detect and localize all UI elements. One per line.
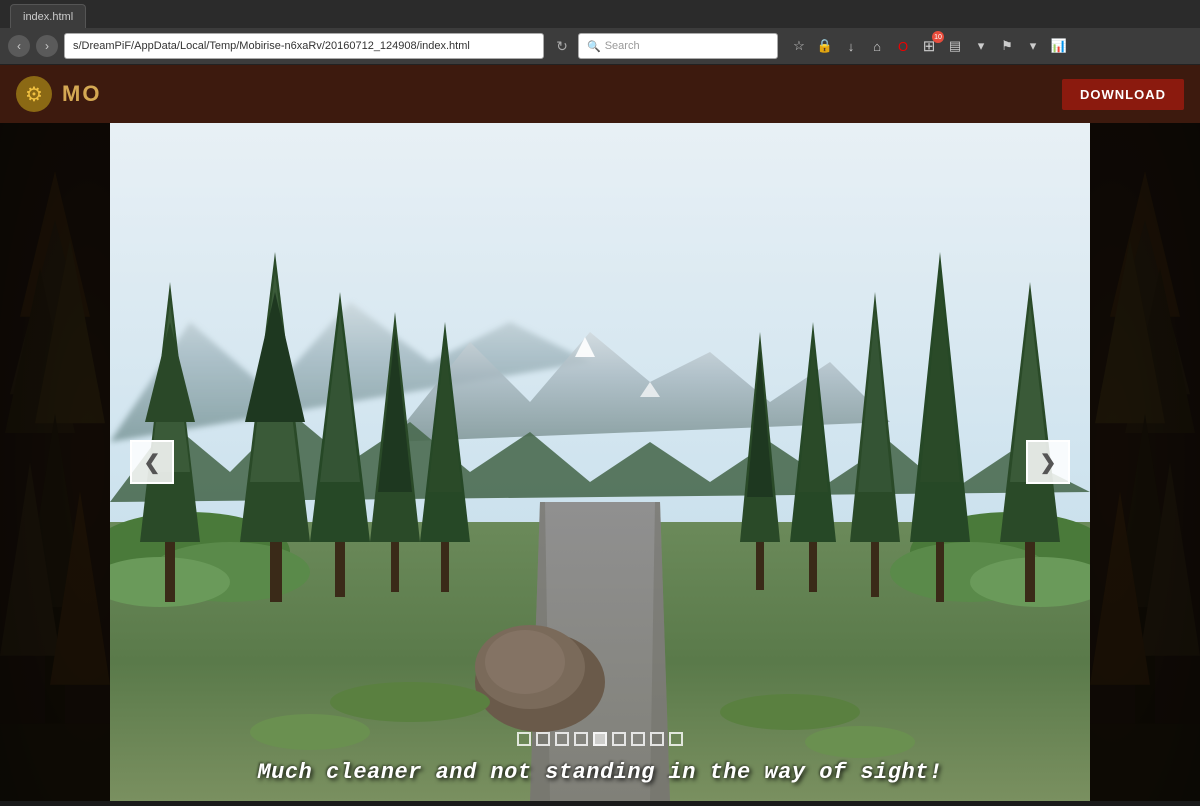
app-name: MO — [62, 81, 101, 107]
download-icon[interactable]: ↓ — [840, 35, 862, 57]
slide-indicator-2[interactable] — [536, 732, 550, 746]
more-icon[interactable]: ▾ — [1022, 35, 1044, 57]
browser-content: ⚙ MO DOWNLOAD — [0, 65, 1200, 801]
forward-button[interactable]: › — [36, 35, 58, 57]
slide-indicators — [517, 732, 683, 746]
search-placeholder: Search — [605, 40, 640, 52]
chevron-down-icon[interactable]: ▾ — [970, 35, 992, 57]
browser-tabs: index.html — [0, 0, 1200, 28]
next-icon: ❯ — [1040, 450, 1057, 475]
pulse-icon[interactable]: 📊 — [1048, 35, 1070, 57]
forward-icon: › — [45, 39, 49, 53]
reload-icon: ↻ — [556, 38, 568, 55]
search-icon: 🔍 — [587, 40, 601, 53]
address-bar[interactable]: s/DreamPiF/AppData/Local/Temp/Mobirise-n… — [64, 33, 544, 59]
bookmark-icon[interactable]: ☆ — [788, 35, 810, 57]
opera-icon[interactable]: O — [892, 35, 914, 57]
search-bar[interactable]: 🔍 Search — [578, 33, 778, 59]
slide-indicator-7[interactable] — [631, 732, 645, 746]
home-icon[interactable]: ⌂ — [866, 35, 888, 57]
extra-icon[interactable]: ⚑ — [996, 35, 1018, 57]
slide-indicator-5[interactable] — [593, 732, 607, 746]
app-header: ⚙ MO DOWNLOAD — [0, 65, 1200, 123]
side-panel-left — [0, 123, 110, 801]
lock-icon[interactable]: 🔒 — [814, 35, 836, 57]
gear-icon: ⚙ — [16, 76, 52, 112]
browser-tab[interactable]: index.html — [10, 4, 86, 28]
browser-chrome: index.html ‹ › s/DreamPiF/AppData/Local/… — [0, 0, 1200, 65]
prev-icon: ❮ — [144, 450, 161, 475]
reload-button[interactable]: ↻ — [552, 36, 572, 56]
app-logo: ⚙ MO — [16, 76, 101, 112]
back-button[interactable]: ‹ — [8, 35, 30, 57]
extensions-icon[interactable]: ⊞ 10 — [918, 35, 940, 57]
browser-toolbar: ‹ › s/DreamPiF/AppData/Local/Temp/Mobiri… — [0, 28, 1200, 64]
back-icon: ‹ — [17, 39, 21, 53]
slide-indicator-9[interactable] — [669, 732, 683, 746]
menu-icon[interactable]: ▤ — [944, 35, 966, 57]
slideshow-container: ❮ ❯ Much cleaner and not standing in the… — [110, 123, 1090, 801]
side-panel-right — [1090, 123, 1200, 801]
slide-image — [110, 123, 1090, 801]
slide-indicator-6[interactable] — [612, 732, 626, 746]
address-text: s/DreamPiF/AppData/Local/Temp/Mobirise-n… — [73, 40, 470, 52]
slider-next-button[interactable]: ❯ — [1026, 440, 1070, 484]
right-tree-silhouette — [1090, 123, 1200, 801]
slide-caption: Much cleaner and not standing in the way… — [110, 760, 1090, 785]
left-tree-silhouette — [0, 123, 110, 801]
slide-indicator-3[interactable] — [555, 732, 569, 746]
slide-indicator-1[interactable] — [517, 732, 531, 746]
download-button[interactable]: DOWNLOAD — [1062, 79, 1184, 110]
tab-label: index.html — [23, 11, 73, 23]
slide-indicator-8[interactable] — [650, 732, 664, 746]
slider-prev-button[interactable]: ❮ — [130, 440, 174, 484]
badge-count: 10 — [932, 31, 944, 43]
caption-text: Much cleaner and not standing in the way… — [257, 760, 942, 785]
slide-indicator-4[interactable] — [574, 732, 588, 746]
toolbar-icons: ☆ 🔒 ↓ ⌂ O ⊞ 10 ▤ ▾ ⚑ ▾ 📊 — [788, 35, 1070, 57]
